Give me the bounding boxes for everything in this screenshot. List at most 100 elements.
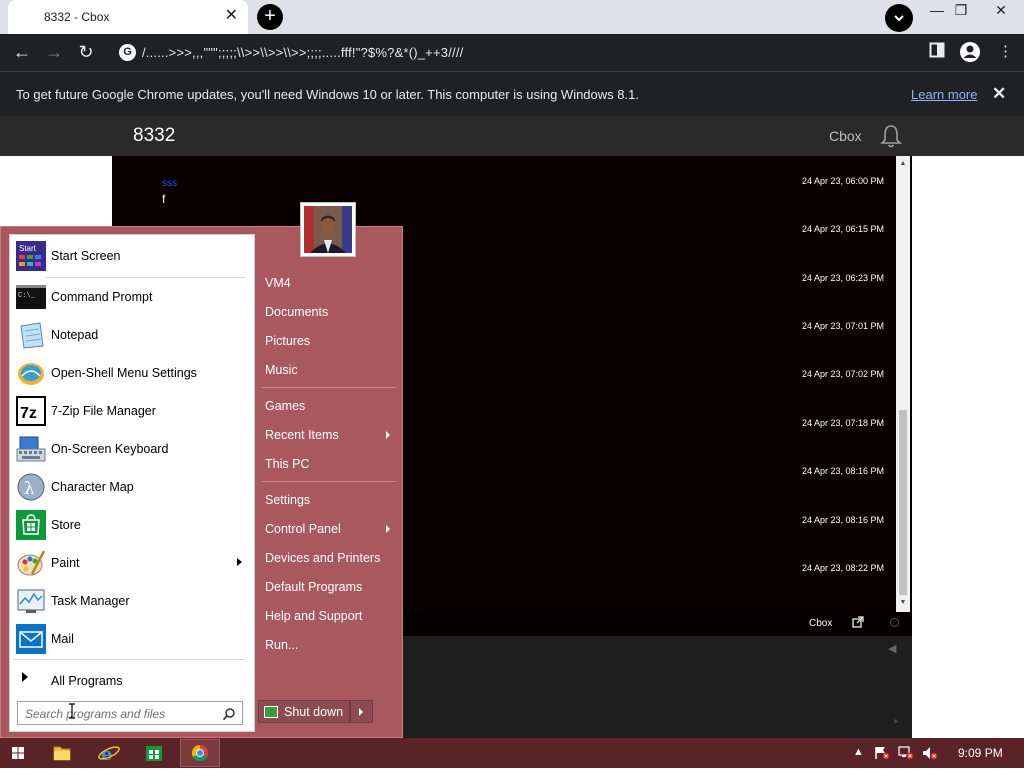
windows-logo-icon [12, 747, 24, 759]
message-timestamp: 24 Apr 23, 08:16 PM [801, 515, 884, 525]
scroll-up-icon[interactable]: ▲ [899, 160, 907, 167]
sound-icon[interactable]: ◀ [888, 642, 896, 655]
start-item-music[interactable]: Music [265, 363, 298, 377]
start-item-games[interactable]: Games [265, 399, 305, 413]
forward-icon[interactable]: → [42, 41, 66, 65]
input-arrow-icon[interactable]: ▸ [894, 716, 899, 727]
menu-separator [14, 659, 246, 660]
program-7zip[interactable]: 7z 7-Zip File Manager [14, 394, 250, 428]
address-bar[interactable]: G /......>>>,,,""";;;;;\\>>\\>>\\>>;;;;.… [110, 38, 915, 67]
folder-icon [53, 746, 71, 761]
taskbar-store[interactable] [134, 739, 174, 767]
volume-muted-icon[interactable] [922, 746, 938, 763]
learn-more-link[interactable]: Learn more [911, 87, 977, 102]
taskbar-clock[interactable]: 9:09 PM [958, 746, 1003, 760]
infobar-message: To get future Google Chrome updates, you… [16, 87, 639, 102]
status-circle-icon[interactable] [890, 618, 899, 627]
command-prompt-icon: C:\_ [16, 285, 46, 309]
scroll-down-icon[interactable]: ▼ [899, 599, 907, 606]
program-task-manager[interactable]: Task Manager [14, 584, 250, 618]
reload-icon[interactable]: ↻ [74, 41, 98, 65]
search-placeholder: Search programs and files [25, 707, 166, 721]
shutdown-button[interactable]: Shut down [258, 700, 350, 723]
start-item-default-programs[interactable]: Default Programs [265, 580, 362, 594]
taskbar-file-explorer[interactable] [42, 739, 82, 767]
start-button[interactable] [0, 739, 36, 767]
start-item-recent-items[interactable]: Recent Items [265, 428, 339, 442]
program-notepad[interactable]: Notepad [14, 318, 250, 352]
scroll-thumb[interactable] [899, 410, 907, 595]
message-timestamp: 24 Apr 23, 06:15 PM [801, 224, 884, 234]
search-input[interactable]: Search programs and files [17, 701, 243, 725]
svg-text:e: e [101, 744, 112, 765]
all-programs-button[interactable]: All Programs [51, 674, 123, 688]
cbox-footer-link[interactable]: Cbox [809, 618, 832, 629]
menu-icon[interactable]: ⋮ [998, 42, 1013, 60]
page-header: 8332 Cbox [0, 116, 1024, 156]
program-start-screen[interactable]: Start Start Screen [14, 239, 250, 273]
search-icon[interactable] [222, 707, 236, 721]
program-on-screen-keyboard[interactable]: On-Screen Keyboard [14, 432, 250, 466]
tray-expand-icon[interactable]: ▲ [853, 746, 864, 758]
shutdown-label: Shut down [284, 705, 344, 719]
program-label: Mail [51, 632, 74, 646]
user-avatar[interactable] [300, 202, 356, 257]
program-store[interactable]: Store [14, 508, 250, 542]
external-link-icon[interactable] [852, 616, 864, 631]
chat-scrollbar[interactable]: ▲ ▼ [896, 156, 910, 612]
program-label: Character Map [51, 480, 134, 494]
start-item-vm4[interactable]: VM4 [265, 276, 291, 290]
tab-search-icon[interactable] [885, 4, 913, 32]
program-label: Store [51, 518, 81, 532]
program-paint[interactable]: Paint [14, 546, 250, 580]
program-command-prompt[interactable]: C:\_ Command Prompt [14, 280, 250, 314]
start-item-documents[interactable]: Documents [265, 305, 328, 319]
menu-separator [262, 387, 396, 388]
action-center-icon[interactable] [874, 746, 890, 763]
shutdown-icon [264, 706, 278, 718]
network-icon[interactable] [898, 746, 914, 763]
start-item-control-panel[interactable]: Control Panel [265, 522, 341, 536]
paint-icon [17, 550, 46, 576]
start-menu: Start Start Screen C:\_ Command Prompt N… [0, 226, 403, 738]
program-open-shell-settings[interactable]: Open-Shell Menu Settings [14, 356, 250, 390]
program-label: Open-Shell Menu Settings [51, 366, 197, 380]
program-mail[interactable]: Mail [14, 622, 250, 656]
taskbar-chrome[interactable] [180, 739, 220, 767]
shutdown-options-button[interactable] [350, 700, 373, 723]
start-item-run[interactable]: Run... [265, 638, 298, 652]
start-item-settings[interactable]: Settings [265, 493, 310, 507]
message-username[interactable]: sss [162, 178, 177, 189]
tab-cbox[interactable]: 8332 - Cbox ✕ [8, 0, 248, 34]
start-item-this-pc[interactable]: This PC [265, 457, 309, 471]
keyboard-icon [16, 436, 46, 462]
infobar-close-icon[interactable]: ✕ [992, 84, 1006, 104]
restore-button[interactable]: ❐ [946, 2, 976, 19]
svg-text:7z: 7z [20, 405, 37, 422]
start-item-pictures[interactable]: Pictures [265, 334, 310, 348]
new-tab-button[interactable]: + [257, 4, 283, 30]
all-programs-arrow-icon[interactable] [22, 672, 28, 682]
character-map-icon: λ [17, 473, 45, 501]
profile-icon[interactable] [959, 41, 981, 67]
start-item-help-support[interactable]: Help and Support [265, 609, 362, 623]
store-taskbar-icon [146, 746, 162, 761]
taskbar-internet-explorer[interactable]: e [89, 739, 129, 767]
program-label: Start Screen [51, 249, 121, 263]
side-panel-icon[interactable] [929, 42, 945, 62]
google-icon: G [119, 44, 136, 61]
tab-close-icon[interactable]: ✕ [225, 7, 238, 25]
start-item-devices-printers[interactable]: Devices and Printers [265, 551, 380, 565]
menu-separator [262, 481, 396, 482]
close-window-button[interactable]: ✕ [986, 2, 1016, 19]
bell-icon[interactable] [878, 123, 904, 149]
task-manager-icon [17, 589, 45, 613]
back-icon[interactable]: ← [10, 41, 34, 65]
program-character-map[interactable]: λ Character Map [14, 470, 250, 504]
brand-label[interactable]: Cbox [829, 128, 862, 144]
tab-strip: 8332 - Cbox ✕ + — ❐ ✕ [0, 0, 1024, 34]
message-timestamp: 24 Apr 23, 08:16 PM [801, 466, 884, 476]
program-label: Paint [51, 556, 80, 570]
mail-icon [16, 624, 46, 654]
user-photo [304, 206, 352, 253]
